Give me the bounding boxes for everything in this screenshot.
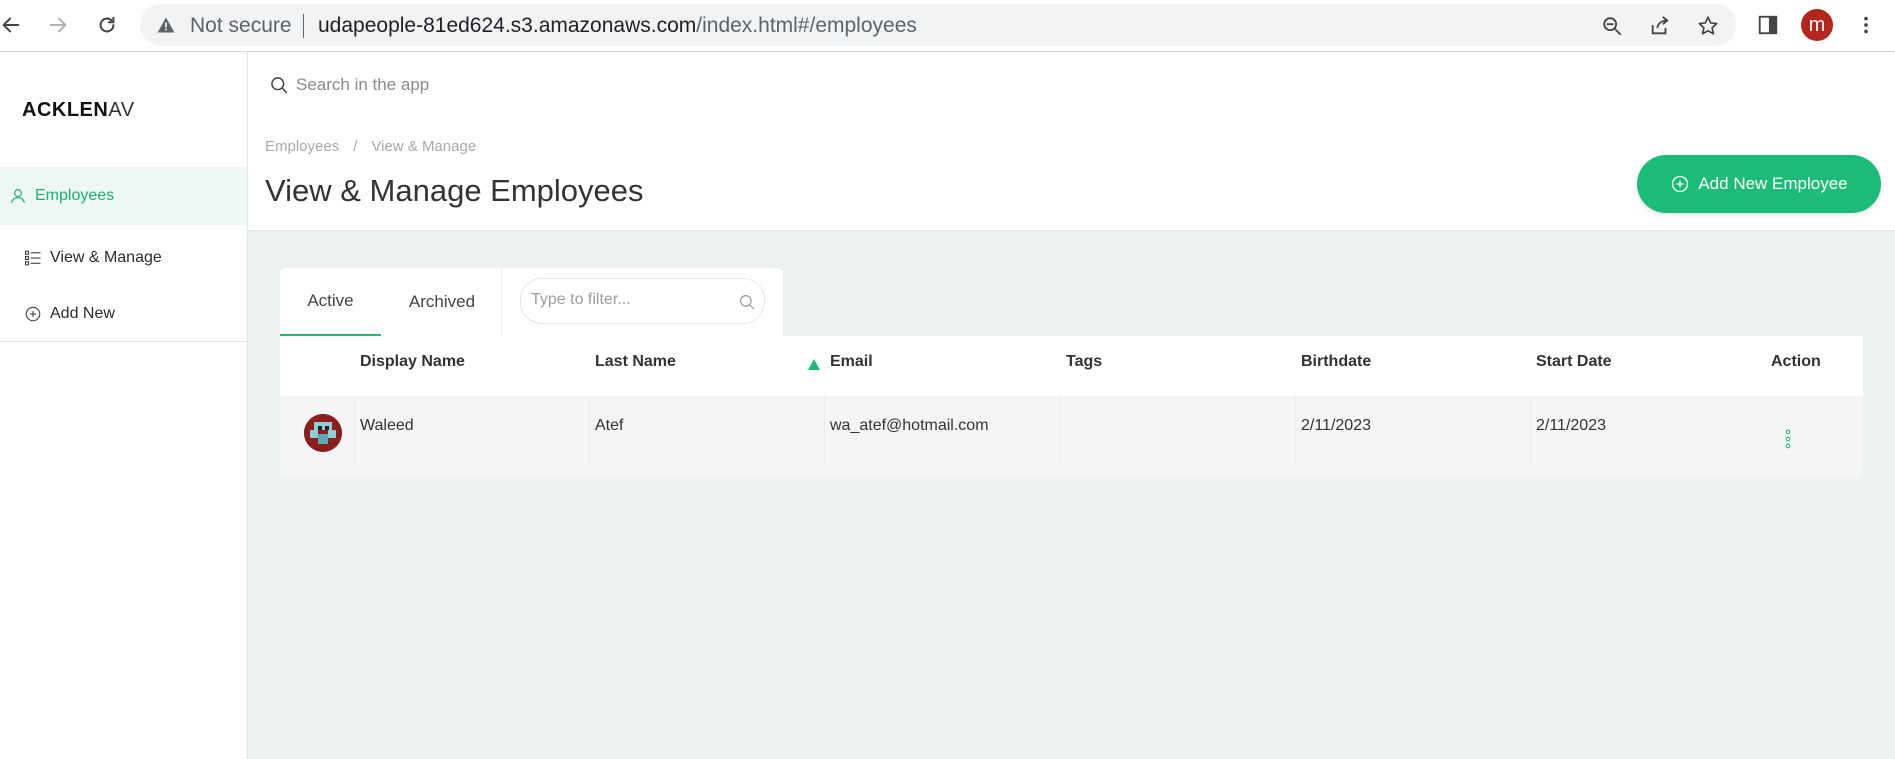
sidebar-item-add-new[interactable]: Add New	[0, 285, 247, 343]
breadcrumb-view-manage[interactable]: View & Manage	[371, 138, 476, 155]
page-header: Employees / View & Manage View & Manage Em…	[248, 128, 1895, 231]
list-icon	[24, 249, 42, 267]
tab-archived[interactable]: Archived	[398, 268, 486, 336]
back-icon[interactable]	[0, 10, 26, 40]
cell-start-date: 2/11/2023	[1536, 417, 1606, 434]
cell-email: wa_atef@hotmail.com	[830, 417, 989, 434]
filter-input[interactable]: Type to filter...	[520, 278, 765, 324]
breadcrumb-employees[interactable]: Employees	[265, 138, 339, 155]
breadcrumb: Employees / View & Manage	[265, 138, 476, 155]
omnibox-divider	[303, 14, 304, 38]
row-actions-kebab-icon[interactable]	[1784, 429, 1792, 454]
plus-circle-icon	[1670, 174, 1690, 194]
browser-toolbar: Not secure udapeople-81ed624.s3.amazonaw…	[0, 0, 1895, 52]
sidebar-item-label: Employees	[35, 187, 115, 204]
side-panel-icon[interactable]	[1753, 10, 1783, 40]
app-logo[interactable]: ACKLENAV	[22, 99, 135, 122]
url-path: /index.html#/employees	[696, 14, 917, 37]
warning-icon[interactable]	[156, 15, 176, 40]
cell-birthdate: 2/11/2023	[1301, 417, 1371, 434]
cell-display-name: Waleed	[360, 417, 414, 434]
sidebar-item-label: View & Manage	[50, 249, 162, 266]
cell-last-name: Atef	[595, 417, 624, 434]
sidebar: ACKLENAV Employees View & Manage Add New	[0, 52, 248, 759]
logo-light-text: AV	[108, 99, 135, 121]
tab-active[interactable]: Active	[280, 268, 381, 336]
more-menu-icon[interactable]	[1851, 10, 1881, 40]
column-header-email[interactable]: Email	[830, 353, 873, 371]
forward-icon[interactable]	[43, 10, 73, 40]
add-new-employee-button[interactable]: Add New Employee	[1637, 155, 1881, 213]
sidebar-item-view-manage[interactable]: View & Manage	[0, 229, 247, 287]
bookmark-star-icon[interactable]	[1694, 12, 1722, 40]
sidebar-item-employees[interactable]: Employees	[0, 167, 247, 225]
breadcrumb-separator: /	[353, 138, 358, 155]
filter-placeholder: Type to filter...	[531, 291, 631, 308]
logo-bold-text: ACKLEN	[22, 99, 109, 121]
employee-tabs: Active Archived Type to filter...	[280, 268, 783, 336]
sidebar-divider	[0, 341, 247, 342]
app-search-bar[interactable]: Search in the app	[248, 52, 1895, 129]
main-content: Active Archived Type to filter... Displa…	[248, 231, 1895, 759]
tab-divider	[501, 268, 502, 336]
employees-table: Display Name Last Name Email Tags Birthd…	[280, 336, 1863, 476]
column-header-birthdate[interactable]: Birthdate	[1301, 353, 1371, 371]
share-icon[interactable]	[1646, 12, 1674, 40]
zoom-icon[interactable]	[1598, 12, 1626, 40]
search-icon	[269, 75, 289, 100]
column-header-display-name[interactable]: Display Name	[360, 353, 465, 371]
column-divider	[1530, 396, 1531, 464]
search-input[interactable]: Search in the app	[296, 75, 429, 95]
avatar	[304, 414, 342, 452]
column-divider	[1060, 396, 1061, 464]
column-divider	[824, 396, 825, 464]
user-icon	[9, 187, 27, 205]
column-divider	[589, 396, 590, 464]
table-row[interactable]: Waleed Atef wa_atef@hotmail.com 2/11/202…	[280, 396, 1863, 476]
page-title: View & Manage Employees	[265, 173, 644, 208]
address-bar[interactable]: Not secure udapeople-81ed624.s3.amazonaw…	[140, 4, 1736, 46]
security-label[interactable]: Not secure	[190, 14, 292, 38]
profile-avatar[interactable]: m	[1801, 9, 1833, 41]
column-header-start-date[interactable]: Start Date	[1536, 353, 1612, 371]
column-header-last-name[interactable]: Last Name	[595, 353, 676, 371]
column-header-tags[interactable]: Tags	[1066, 353, 1102, 371]
column-divider	[1295, 396, 1296, 464]
reload-icon[interactable]	[92, 10, 122, 40]
url-text[interactable]: udapeople-81ed624.s3.amazonaws.com/index…	[318, 14, 917, 38]
column-header-action: Action	[1771, 353, 1821, 370]
add-button-label: Add New Employee	[1698, 174, 1848, 193]
column-divider	[354, 396, 355, 464]
sidebar-item-label: Add New	[50, 305, 115, 322]
url-host: udapeople-81ed624.s3.amazonaws.com	[318, 14, 697, 37]
plus-circle-icon	[24, 305, 42, 323]
search-icon	[738, 293, 756, 316]
sort-ascending-icon[interactable]	[808, 357, 820, 375]
